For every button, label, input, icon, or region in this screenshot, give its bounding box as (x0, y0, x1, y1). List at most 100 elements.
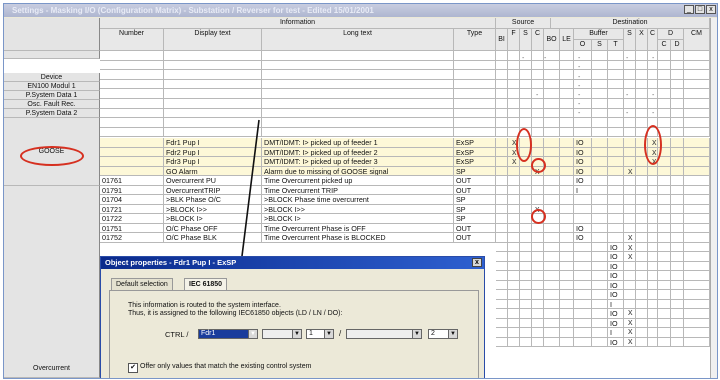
matrix-cell[interactable] (684, 252, 710, 262)
matrix-cell[interactable] (658, 299, 671, 309)
matrix-cell[interactable] (684, 214, 710, 224)
matrix-cell[interactable] (684, 166, 710, 176)
matrix-cell[interactable] (560, 157, 574, 167)
matrix-cell[interactable] (636, 261, 648, 271)
matrix-cell[interactable] (658, 204, 671, 214)
matrix-cell[interactable] (544, 328, 560, 338)
buffer-o-cell[interactable]: I (574, 185, 592, 195)
matrix-cell[interactable] (520, 309, 532, 319)
matrix-cell[interactable] (532, 242, 544, 252)
matrix-cell[interactable] (671, 223, 684, 233)
matrix-cell[interactable] (560, 233, 574, 243)
section-p-system-data-2[interactable]: P.System Data 2 (4, 109, 100, 118)
table-cell-long[interactable]: DMT/IDMT: I> picked up of feeder 1 (262, 138, 454, 148)
close-button[interactable]: x (706, 5, 716, 14)
matrix-cell[interactable] (592, 261, 608, 271)
matrix-cell[interactable] (520, 261, 532, 271)
matrix-cell[interactable] (658, 280, 671, 290)
matrix-cell[interactable] (684, 185, 710, 195)
matrix-cell[interactable] (684, 261, 710, 271)
table-cell-type[interactable]: SP (454, 166, 496, 176)
tab-default-selection[interactable]: Default selection (111, 278, 173, 290)
matrix-cell[interactable] (574, 299, 592, 309)
matrix-cell[interactable] (624, 195, 636, 205)
matrix-cell[interactable] (544, 138, 560, 148)
matrix-cell[interactable] (496, 176, 508, 186)
matrix-cell[interactable] (544, 176, 560, 186)
matrix-cell[interactable] (560, 147, 574, 157)
matrix-cell[interactable] (684, 195, 710, 205)
matrix-cell[interactable] (671, 138, 684, 148)
matrix-cell[interactable] (636, 166, 648, 176)
matrix-cell[interactable] (684, 280, 710, 290)
buffer-t-cell[interactable]: IO (608, 242, 624, 252)
col-x[interactable]: X (636, 29, 648, 51)
matrix-cell[interactable] (684, 176, 710, 186)
matrix-cell[interactable] (532, 280, 544, 290)
col-bo[interactable]: BO (544, 29, 560, 51)
matrix-cell[interactable] (592, 204, 608, 214)
matrix-cell[interactable] (636, 242, 648, 252)
matrix-cell[interactable] (496, 157, 508, 167)
matrix-cell[interactable] (520, 185, 532, 195)
matrix-cell[interactable] (684, 337, 710, 347)
matrix-cell[interactable] (592, 280, 608, 290)
matrix-cell[interactable] (574, 280, 592, 290)
matrix-cell[interactable] (574, 252, 592, 262)
table-cell-type[interactable]: SP (454, 214, 496, 224)
matrix-cell[interactable] (544, 299, 560, 309)
matrix-cell[interactable] (508, 214, 520, 224)
matrix-cell[interactable] (671, 328, 684, 338)
matrix-cell[interactable] (520, 223, 532, 233)
matrix-cell[interactable] (508, 233, 520, 243)
matrix-cell[interactable] (496, 309, 508, 319)
matrix-cell[interactable] (658, 290, 671, 300)
table-cell-type[interactable]: OUT (454, 176, 496, 186)
matrix-cell[interactable] (592, 328, 608, 338)
section-osc-fault-rec[interactable]: Osc. Fault Rec. (4, 100, 100, 109)
matrix-cell[interactable] (574, 271, 592, 281)
matrix-cell[interactable] (508, 309, 520, 319)
matrix-cell[interactable] (520, 204, 532, 214)
matrix-cell[interactable] (544, 280, 560, 290)
matrix-cell[interactable] (684, 309, 710, 319)
matrix-cell[interactable] (624, 280, 636, 290)
matrix-cell[interactable] (532, 318, 544, 328)
matrix-cell[interactable] (608, 214, 624, 224)
matrix-cell[interactable] (496, 280, 508, 290)
matrix-cell[interactable] (532, 309, 544, 319)
matrix-cell[interactable] (544, 157, 560, 167)
matrix-cell[interactable] (658, 166, 671, 176)
matrix-cell[interactable] (671, 252, 684, 262)
matrix-cell[interactable] (560, 290, 574, 300)
tab-iec-61850[interactable]: IEC 61850 (184, 278, 228, 290)
buffer-t-cell[interactable]: IO (608, 290, 624, 300)
matrix-cell[interactable] (532, 328, 544, 338)
matrix-cell[interactable] (544, 214, 560, 224)
section-p-system-data-1[interactable]: P.System Data 1 (4, 91, 100, 100)
matrix-cell[interactable] (508, 176, 520, 186)
matrix-cell[interactable] (648, 195, 658, 205)
matrix-cell[interactable] (636, 309, 648, 319)
matrix-cell[interactable] (560, 337, 574, 347)
matrix-cell[interactable] (648, 290, 658, 300)
buffer-t-cell[interactable]: IO (608, 271, 624, 281)
section-device[interactable]: Device (4, 73, 100, 82)
col-long-text[interactable]: Long text (262, 29, 454, 51)
matrix-cell[interactable] (608, 204, 624, 214)
matrix-cell[interactable] (658, 195, 671, 205)
matrix-cell[interactable] (648, 328, 658, 338)
matrix-cell[interactable] (671, 290, 684, 300)
matrix-cell[interactable] (544, 166, 560, 176)
col-c2[interactable]: C (648, 29, 658, 51)
matrix-cell[interactable] (592, 318, 608, 328)
matrix-cell[interactable] (636, 204, 648, 214)
matrix-cell[interactable] (592, 337, 608, 347)
matrix-cell[interactable] (508, 328, 520, 338)
matrix-cell[interactable] (560, 204, 574, 214)
matrix-cell[interactable] (636, 328, 648, 338)
buffer-o-cell[interactable]: IO (574, 223, 592, 233)
col-cm[interactable]: CM (684, 29, 710, 51)
matrix-cell[interactable] (684, 299, 710, 309)
matrix-cell[interactable] (544, 252, 560, 262)
